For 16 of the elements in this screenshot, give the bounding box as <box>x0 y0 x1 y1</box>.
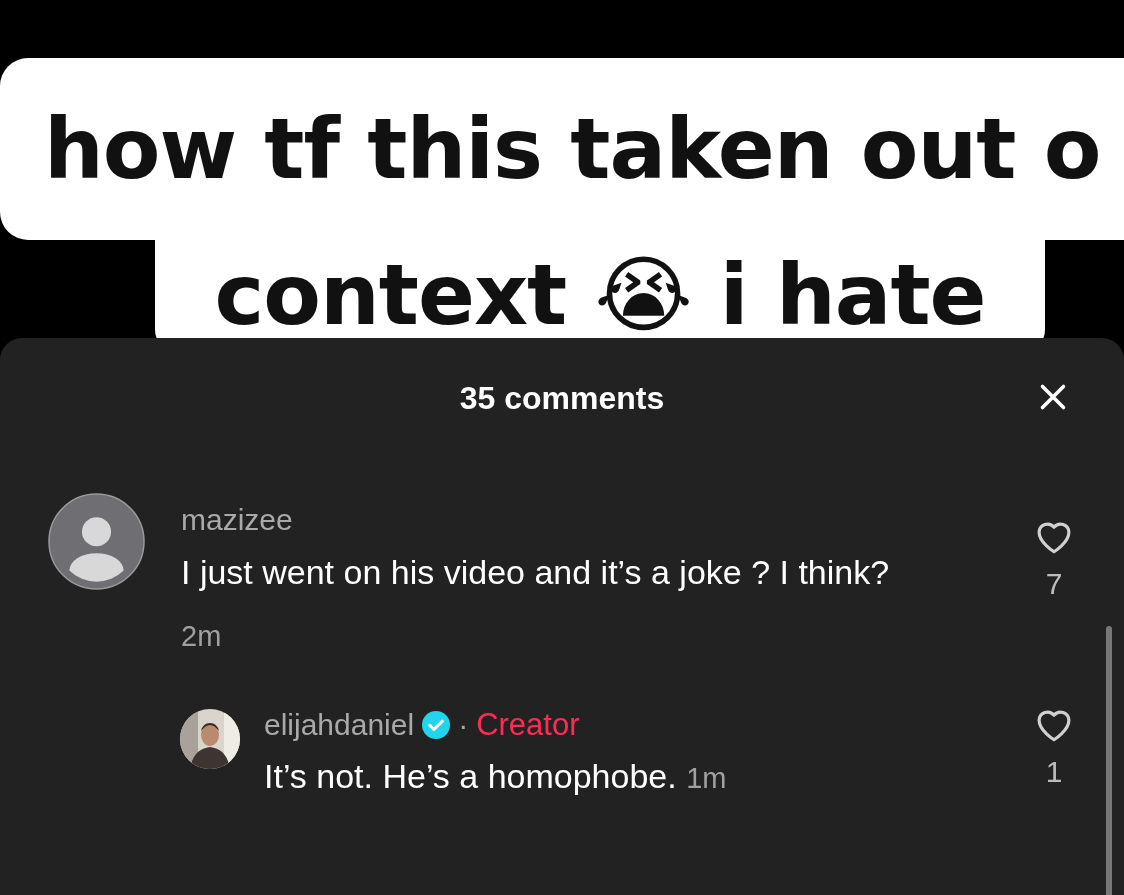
comments-title: 35 comments <box>459 379 665 417</box>
comment-time: 2m <box>181 620 222 652</box>
comment-time: 1m <box>686 762 727 794</box>
username[interactable]: mazizee <box>181 503 293 537</box>
caption-text: how tf this taken out o <box>44 100 1101 198</box>
like-count: 1 <box>1045 755 1063 789</box>
like-count: 7 <box>1045 567 1063 601</box>
comment-text: I just went on his video and it’s a joke ? I think? 2m <box>181 552 891 654</box>
separator-dot: · <box>458 708 469 742</box>
avatar-icon[interactable] <box>48 493 145 590</box>
comment-text: It’s not. He’s a homophobe. 1m <box>264 756 728 797</box>
caption-text: context 😭 i hate <box>214 246 986 344</box>
creator-label: Creator <box>476 707 580 743</box>
close-icon[interactable] <box>1038 382 1068 412</box>
scrollbar[interactable] <box>1106 626 1112 895</box>
username[interactable]: elijahdaniel <box>264 708 415 742</box>
